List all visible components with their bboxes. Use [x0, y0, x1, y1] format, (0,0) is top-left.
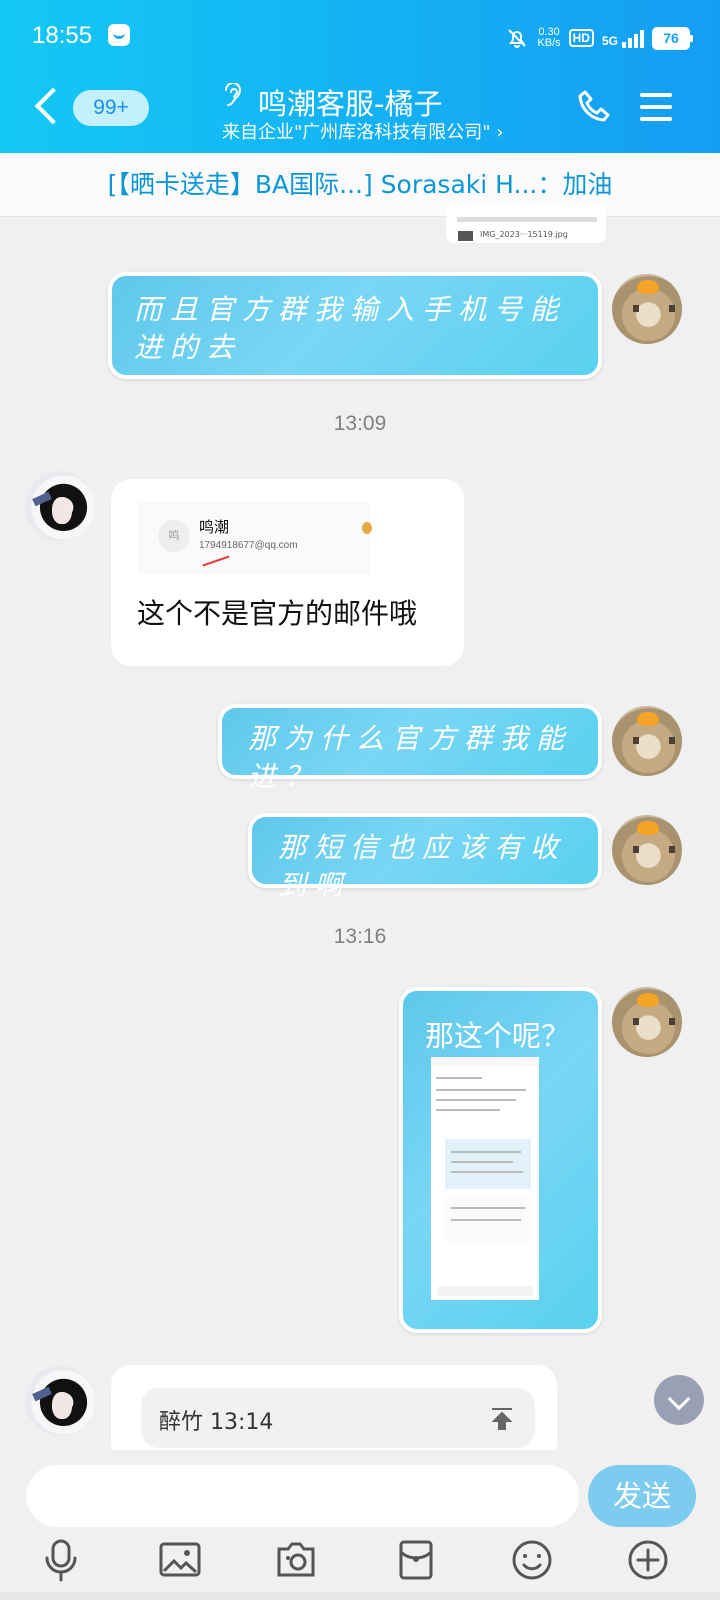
email-avatar: 鸣: [158, 520, 190, 552]
unread-count-badge[interactable]: 99+: [73, 90, 149, 126]
scroll-top-icon[interactable]: [490, 1406, 514, 1431]
quoted-message[interactable]: 醉竹 13:14: [141, 1388, 535, 1448]
user-avatar[interactable]: [612, 274, 682, 344]
mute-icon: [508, 29, 527, 48]
menu-icon[interactable]: [640, 93, 672, 121]
message-text: 那为什么官方群我能进？: [248, 722, 573, 793]
image-filename: IMG_2023···15119.jpg: [480, 230, 568, 239]
status-time: 18:55: [32, 22, 93, 49]
message-text: 而且官方群我输入手机号能进的去: [134, 293, 567, 364]
notification-icon: [108, 24, 130, 46]
send-button[interactable]: 发送: [588, 1465, 696, 1527]
status-icons: 0.30 KB/s HD 5G 76: [505, 26, 693, 50]
user-avatar[interactable]: [612, 706, 682, 776]
microphone-icon[interactable]: [38, 1537, 84, 1583]
red-packet-icon[interactable]: [393, 1537, 439, 1583]
plus-icon[interactable]: [625, 1537, 671, 1583]
emoji-icon[interactable]: [509, 1537, 555, 1583]
support-avatar[interactable]: [25, 471, 95, 541]
message-composer: 发送: [0, 1450, 720, 1600]
message-bubble-outgoing[interactable]: 那短信也应该有收到啊: [248, 813, 602, 902]
previous-image-message[interactable]: IMG_2023···15119.jpg: [446, 205, 606, 243]
company-subtitle[interactable]: 来自企业"广州库洛科技有限公司" ›: [222, 118, 503, 144]
email-address: 1794918677@qq.com: [199, 540, 298, 551]
ear-icon: [225, 83, 242, 106]
message-text: 这个不是官方的邮件哦: [137, 597, 418, 630]
quoted-message-title: 醉竹 13:14: [159, 1410, 274, 1435]
phone-icon[interactable]: [576, 88, 612, 124]
user-avatar[interactable]: [612, 815, 682, 885]
message-input[interactable]: [26, 1465, 579, 1527]
chevron-down-icon[interactable]: [654, 1375, 704, 1425]
email-screenshot[interactable]: 鸣 鸣潮 1794918677@qq.com: [138, 502, 372, 574]
user-avatar[interactable]: [612, 987, 682, 1057]
message-timestamp: 13:16: [333, 925, 387, 948]
email-sender-name: 鸣潮: [199, 518, 230, 536]
chat-title[interactable]: 鸣潮客服-橘子: [258, 81, 442, 123]
message-text: 那这个呢？: [425, 1019, 571, 1053]
chat-header: 18:55 0.30 KB/s HD 5G 76 99+ 鸣潮客服-橘子 来自企业…: [0, 0, 720, 155]
attachment-icon: [362, 522, 372, 534]
battery-icon: 76: [652, 26, 693, 50]
camera-icon[interactable]: [273, 1537, 319, 1583]
red-arrow-icon: [202, 555, 230, 567]
message-timestamp: 13:09: [333, 412, 387, 435]
pinned-notice[interactable]: [【晒卡送走】BA国际...] Sorasaki H...：加油: [0, 153, 720, 217]
hd-badge: HD: [568, 29, 594, 47]
network-label: 5G: [601, 34, 618, 48]
support-avatar[interactable]: [25, 1366, 95, 1436]
message-text: 那短信也应该有收到啊: [278, 831, 567, 902]
image-icon[interactable]: [157, 1537, 203, 1583]
home-indicator: [0, 1592, 720, 1600]
message-bubble-outgoing[interactable]: 而且官方群我输入手机号能进的去: [108, 272, 602, 379]
network-speed: 0.30 KB/s: [537, 26, 561, 49]
back-button[interactable]: [34, 87, 72, 125]
message-bubble-outgoing[interactable]: 那为什么官方群我能进？: [218, 704, 602, 793]
app-screenshot-image[interactable]: [431, 1057, 539, 1300]
signal-icon: 5G: [602, 28, 644, 48]
